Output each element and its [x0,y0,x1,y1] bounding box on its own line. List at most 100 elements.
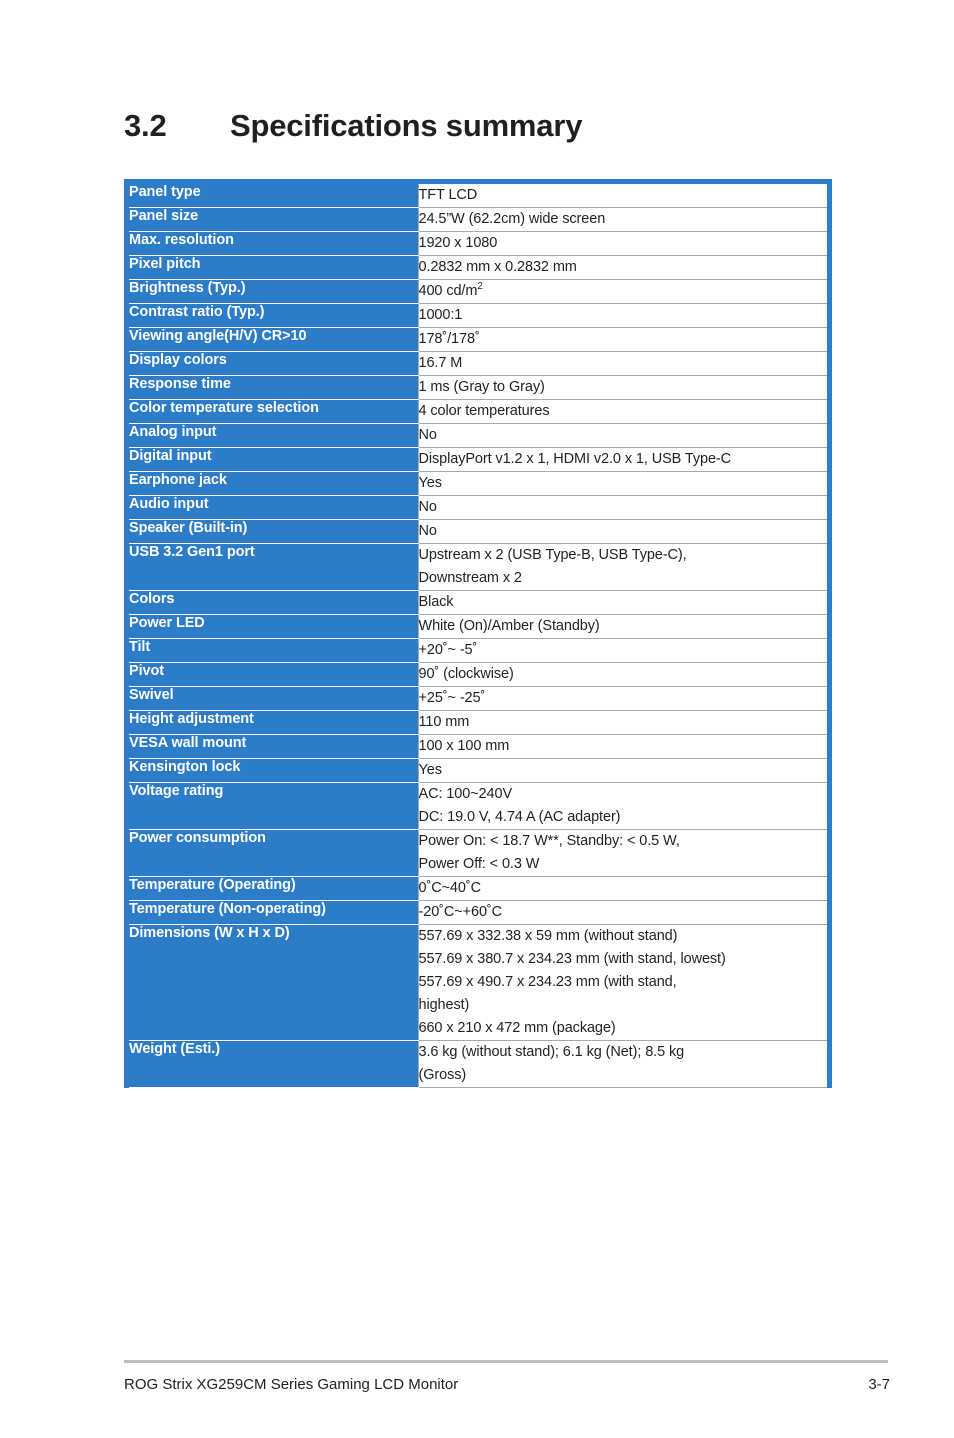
spec-label: Max. resolution [129,231,418,256]
spec-value: +25˚~ -25˚ [417,686,827,711]
spec-value: DisplayPort v1.2 x 1, HDMI v2.0 x 1, USB… [417,447,827,472]
table-row: USB 3.2 Gen1 port Upstream x 2 (USB Type-… [129,543,827,591]
spec-value: 4 color temperatures [417,399,827,424]
table-row: Panel type TFT LCD [129,184,827,208]
spec-value: Upstream x 2 (USB Type-B, USB Type-C), Do… [417,543,827,591]
table-row: Colors Black [129,590,827,615]
table-row: Earphone jack Yes [129,471,827,496]
spec-value: Black [417,590,827,615]
spec-value: 1920 x 1080 [417,231,827,256]
spec-value: Power On: < 18.7 W**, Standby: < 0.5 W, P… [417,829,827,877]
spec-value-line: No [418,523,437,539]
specifications-table-frame: Panel type TFT LCD Panel size 24.5”W (62.2c… [124,179,832,1088]
spec-value-line: DisplayPort v1.2 x 1, HDMI v2.0 x 1, USB… [418,451,732,467]
spec-value-line: +20˚~ -5˚ [418,642,478,658]
spec-label: Power consumption [129,829,418,877]
footer-page-number: 3-7 [868,1376,890,1393]
spec-label: Temperature (Non-operating) [129,900,418,925]
spec-label: Kensington lock [129,758,418,783]
superscript-two: 2 [477,281,483,293]
spec-value: 24.5”W (62.2cm) wide screen [417,207,827,232]
table-row: Weight (Esti.) 3.6 kg (without stand); 6.… [129,1040,827,1088]
spec-value: TFT LCD [417,184,827,208]
spec-value: No [417,495,827,520]
spec-value: 16.7 M [417,351,827,376]
spec-label: Pivot [129,662,418,687]
spec-label: Panel type [129,184,418,208]
spec-value-line: Black [418,594,454,610]
spec-value: -20˚C~+60˚C [417,900,827,925]
table-row: Color temperature selection 4 color tempe… [129,399,827,424]
spec-value: 1 ms (Gray to Gray) [417,375,827,400]
spec-value-line: 0.2832 mm x 0.2832 mm [418,259,577,275]
spec-label: Voltage rating [129,782,418,830]
spec-value-line: (Gross) [418,1067,467,1083]
spec-label: Analog input [129,423,418,448]
table-row: Power LED White (On)/Amber (Standby) [129,614,827,639]
spec-label: Response time [129,375,418,400]
spec-value-line: highest) [418,997,470,1013]
spec-value: Yes [417,471,827,496]
spec-value: Yes [417,758,827,783]
spec-value-line: No [418,499,437,515]
table-row: VESA wall mount 100 x 100 mm [129,734,827,759]
spec-value-line: TFT LCD [418,187,478,203]
document-page: 3.2 Specifications summary Panel type TFT… [0,0,954,1438]
table-row: Brightness (Typ.) 400 cd/m2 [129,279,827,304]
table-row: Power consumption Power On: < 18.7 W**, S… [129,829,827,877]
spec-value: No [417,423,827,448]
spec-value-line: Yes [418,762,442,778]
spec-label: Temperature (Operating) [129,876,418,901]
table-row: Pixel pitch 0.2832 mm x 0.2832 mm [129,255,827,280]
spec-value: 178˚/178˚ [417,327,827,352]
spec-value-line: 3.6 kg (without stand); 6.1 kg (Net); 8.… [418,1044,685,1060]
spec-value: 0˚C~40˚C [417,876,827,901]
spec-value: 3.6 kg (without stand); 6.1 kg (Net); 8.… [417,1040,827,1088]
spec-value: White (On)/Amber (Standby) [417,614,827,639]
table-row: Height adjustment 110 mm [129,710,827,735]
spec-label: USB 3.2 Gen1 port [129,543,418,591]
spec-value-line: No [418,427,437,443]
spec-value-line: 1920 x 1080 [418,235,498,251]
spec-value: +20˚~ -5˚ [417,638,827,663]
spec-label: Swivel [129,686,418,711]
spec-label: Tilt [129,638,418,663]
spec-value-line: 400 cd/m2 [418,281,483,299]
spec-label: Contrast ratio (Typ.) [129,303,418,328]
table-row: Temperature (Operating) 0˚C~40˚C [129,876,827,901]
spec-value-line: 90˚ (clockwise) [418,666,514,682]
table-row: Kensington lock Yes [129,758,827,783]
spec-value-line: 110 mm [418,714,470,730]
spec-label: Color temperature selection [129,399,418,424]
spec-value-line: 557.69 x 332.38 x 59 mm (without stand) [418,928,678,944]
spec-value: 557.69 x 332.38 x 59 mm (without stand) 5… [417,924,827,1041]
spec-value-line: 0˚C~40˚C [418,880,482,896]
specifications-table: Panel type TFT LCD Panel size 24.5”W (62.2c… [129,184,827,1088]
spec-label: Height adjustment [129,710,418,735]
spec-value-line: 1 ms (Gray to Gray) [418,379,545,395]
table-row: Speaker (Built-in) No [129,519,827,544]
table-row: Max. resolution 1920 x 1080 [129,231,827,256]
spec-value-line: 24.5”W (62.2cm) wide screen [418,211,606,227]
spec-label: Viewing angle(H/V) CR>10 [129,327,418,352]
spec-value-line: DC: 19.0 V, 4.74 A (AC adapter) [418,809,621,825]
table-row: Voltage rating AC: 100~240V DC: 19.0 V, 4.… [129,782,827,830]
spec-label: Power LED [129,614,418,639]
spec-value: 90˚ (clockwise) [417,662,827,687]
spec-label: Digital input [129,447,418,472]
spec-value: 400 cd/m2 [417,279,827,304]
spec-value: AC: 100~240V DC: 19.0 V, 4.74 A (AC adapt… [417,782,827,830]
table-row: Viewing angle(H/V) CR>10 178˚/178˚ [129,327,827,352]
spec-label: Display colors [129,351,418,376]
table-row: Digital input DisplayPort v1.2 x 1, HDMI … [129,447,827,472]
spec-value-line: White (On)/Amber (Standby) [418,618,600,634]
table-row: Tilt +20˚~ -5˚ [129,638,827,663]
spec-label: Pixel pitch [129,255,418,280]
spec-label: Earphone jack [129,471,418,496]
spec-value-line: AC: 100~240V [418,786,513,802]
spec-value-line: 16.7 M [418,355,463,371]
spec-value: 1000:1 [417,303,827,328]
spec-label: Colors [129,590,418,615]
page-title: 3.2 Specifications summary [124,108,582,144]
spec-value-line: Power Off: < 0.3 W [418,856,540,872]
